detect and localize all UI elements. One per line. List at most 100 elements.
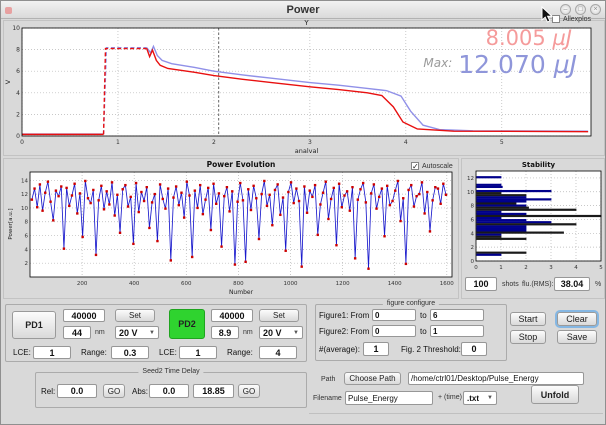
- svg-text:8: 8: [25, 220, 29, 226]
- filename-input[interactable]: [345, 391, 433, 405]
- seed2-groupbox-title: Seed2 Time Delay: [138, 368, 203, 375]
- svg-text:1400: 1400: [388, 281, 402, 287]
- seed2-abs-label: Abs:: [132, 387, 148, 396]
- svg-text:12: 12: [467, 176, 474, 182]
- chevron-down-icon: ▼: [293, 330, 299, 336]
- unfold-button[interactable]: Unfold: [531, 385, 579, 404]
- seed2-abs-go-button[interactable]: GO: [238, 384, 260, 398]
- max-energy-value: 12.070: [458, 50, 545, 79]
- pd2-range-input[interactable]: [259, 346, 297, 359]
- extension-value: .txt: [467, 394, 479, 403]
- close-icon[interactable]: ×: [590, 4, 601, 15]
- minimize-icon[interactable]: –: [560, 4, 571, 15]
- pd2-lce-input[interactable]: [179, 346, 217, 359]
- pd2-gain-input[interactable]: [211, 309, 253, 322]
- pulse-energy-readout: 8.005 µJ: [486, 26, 572, 50]
- power-evolution-plot: 24681012142004006008001000120014001600Po…: [4, 159, 458, 298]
- seed2-rel-label: Rel:: [41, 387, 55, 396]
- pd2-button-label: PD2: [178, 319, 196, 329]
- fig1-to-input[interactable]: [430, 309, 484, 321]
- shots-input[interactable]: [465, 277, 497, 291]
- pd1-nm-input[interactable]: [63, 326, 91, 339]
- svg-text:1: 1: [499, 265, 503, 271]
- fig2-from-input[interactable]: [372, 325, 416, 337]
- save-button[interactable]: Save: [557, 330, 597, 344]
- window-titlebar[interactable]: Power – □ ×: [1, 1, 605, 19]
- time-suffix-label: + (time): [438, 394, 462, 401]
- path-input[interactable]: [408, 372, 584, 385]
- flu-rms-input[interactable]: [554, 277, 590, 291]
- svg-text:8: 8: [16, 47, 20, 54]
- extension-select[interactable]: .txt ▼: [463, 391, 497, 405]
- svg-text:analval: analval: [295, 147, 319, 155]
- average-input[interactable]: [363, 342, 389, 356]
- pd1-set-label: Set: [129, 311, 141, 320]
- svg-text:0: 0: [474, 265, 478, 271]
- autoscale-checkbox[interactable]: ✓ Autoscale: [411, 162, 453, 170]
- seed2-abs-go-label: GO: [243, 387, 255, 396]
- flu-rms-label: flu.(RMS):: [522, 281, 554, 288]
- pd2-set-button[interactable]: Set: [259, 309, 299, 322]
- clear-button[interactable]: Clear: [557, 312, 597, 326]
- pd1-range-input[interactable]: [111, 346, 149, 359]
- chevron-down-icon: ▼: [149, 330, 155, 336]
- pulse-energy-value: 8.005: [486, 26, 546, 50]
- autoscale-checkbox-label: Autoscale: [422, 163, 453, 170]
- shots-label: shots: [502, 281, 519, 288]
- pd1-gain-input[interactable]: [63, 309, 105, 322]
- autoscale-checkbox-box[interactable]: ✓: [411, 162, 419, 170]
- svg-text:600: 600: [181, 281, 192, 287]
- svg-text:3: 3: [308, 139, 312, 146]
- allexplos-checkbox[interactable]: Allexplos: [552, 15, 591, 23]
- pd1-nm-label: nm: [95, 329, 105, 336]
- pd1-set-button[interactable]: Set: [115, 309, 155, 322]
- pd2-voltage-value: 20 V: [263, 328, 282, 338]
- pulse-energy-unit: µJ: [552, 26, 572, 50]
- svg-text:Stability: Stability: [522, 161, 556, 169]
- percent-label: %: [595, 281, 601, 288]
- pd2-range-label: Range:: [227, 348, 253, 357]
- svg-text:12: 12: [21, 192, 28, 198]
- pd2-button[interactable]: PD2: [169, 309, 205, 339]
- max-energy-unit: µJ: [554, 50, 577, 79]
- pd2-voltage-select[interactable]: 20 V ▼: [259, 326, 303, 339]
- seed2-abs-input[interactable]: [149, 384, 189, 398]
- seed2-abs-position[interactable]: [193, 384, 234, 398]
- svg-text:6: 6: [25, 234, 29, 240]
- fig1-from-input[interactable]: [372, 309, 416, 321]
- choose-path-label: Choose Path: [349, 374, 395, 383]
- svg-text:10: 10: [21, 206, 28, 212]
- svg-text:Number: Number: [229, 289, 254, 296]
- pd1-lce-input[interactable]: [33, 346, 71, 359]
- fig2-threshold-label: Fig. 2 Threshold:: [401, 345, 461, 354]
- start-button[interactable]: Start: [510, 312, 546, 326]
- svg-text:8: 8: [471, 204, 475, 210]
- average-label: #(average):: [319, 345, 360, 354]
- pd1-voltage-select[interactable]: 20 V ▼: [115, 326, 159, 339]
- fig2-to-label: to: [420, 327, 427, 336]
- stop-button[interactable]: Stop: [510, 330, 546, 344]
- choose-path-button[interactable]: Choose Path: [344, 372, 401, 385]
- pd1-button[interactable]: PD1: [12, 311, 56, 339]
- start-button-label: Start: [518, 314, 537, 324]
- seed2-rel-go-button[interactable]: GO: [103, 384, 125, 398]
- clear-button-label: Clear: [566, 314, 588, 324]
- pd1-button-label: PD1: [25, 320, 43, 330]
- svg-text:4: 4: [574, 265, 578, 271]
- svg-text:4: 4: [404, 139, 408, 146]
- seed2-rel-go-label: GO: [108, 387, 120, 396]
- window-title: Power: [286, 4, 319, 16]
- pd2-lce-label: LCE:: [159, 348, 177, 357]
- fig2-threshold-input[interactable]: [461, 342, 487, 356]
- pd2-nm-input[interactable]: [211, 326, 239, 339]
- pd2-nm-label: nm: [243, 329, 253, 336]
- svg-text:2: 2: [25, 261, 29, 267]
- svg-text:1000: 1000: [283, 281, 297, 287]
- fig2-to-input[interactable]: [430, 325, 484, 337]
- pd1-range-label: Range:: [81, 348, 107, 357]
- svg-text:6: 6: [471, 217, 475, 223]
- svg-text:0: 0: [20, 139, 24, 146]
- svg-text:14: 14: [21, 178, 28, 184]
- maximize-icon[interactable]: □: [575, 4, 586, 15]
- seed2-rel-input[interactable]: [57, 384, 97, 398]
